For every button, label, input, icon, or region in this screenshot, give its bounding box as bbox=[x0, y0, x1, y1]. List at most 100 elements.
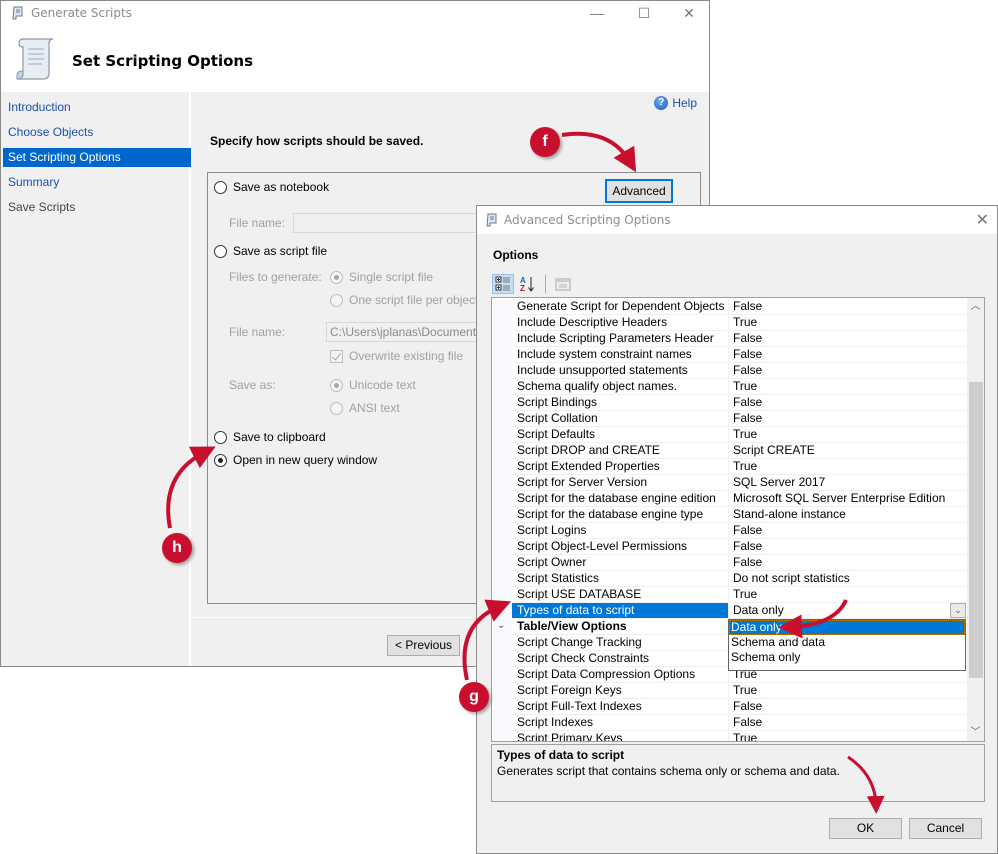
property-name: Script USE DATABASE bbox=[512, 587, 729, 603]
property-row[interactable]: Script DROP and CREATE Script CREATE bbox=[492, 443, 969, 459]
row-margin bbox=[492, 315, 512, 331]
row-margin bbox=[492, 699, 512, 715]
property-row[interactable]: Script Primary Keys True bbox=[492, 731, 969, 741]
single-script-file-radio bbox=[330, 270, 343, 284]
open-query-window-radio[interactable] bbox=[214, 453, 227, 467]
categorized-view-button[interactable] bbox=[492, 274, 514, 294]
save-as-script-file-option[interactable]: Save as script file bbox=[214, 244, 327, 258]
property-row[interactable]: Script for the database engine type Stand… bbox=[492, 507, 969, 523]
page-title: Set Scripting Options bbox=[72, 52, 254, 70]
property-pages-icon bbox=[555, 278, 571, 291]
notebook-file-name-input[interactable] bbox=[293, 213, 493, 233]
save-as-notebook-radio[interactable] bbox=[214, 180, 227, 194]
dialog-close-button[interactable]: ✕ bbox=[976, 210, 989, 230]
property-row[interactable]: Script Full-Text Indexes False bbox=[492, 699, 969, 715]
property-row[interactable]: Script Bindings False bbox=[492, 395, 969, 411]
row-margin bbox=[492, 379, 512, 395]
property-row[interactable]: Types of data to script Data only ⌄ bbox=[492, 603, 969, 619]
property-row[interactable]: Script for the database engine edition Mi… bbox=[492, 491, 969, 507]
nav-item-choose-objects[interactable]: Choose Objects bbox=[3, 123, 191, 142]
property-name: Script Statistics bbox=[512, 571, 729, 587]
save-to-clipboard-option[interactable]: Save to clipboard bbox=[214, 430, 326, 444]
property-name: Script Defaults bbox=[512, 427, 729, 443]
open-query-window-option[interactable]: Open in new query window bbox=[214, 453, 377, 467]
help-link[interactable]: ? Help bbox=[654, 96, 697, 110]
property-value: True bbox=[729, 427, 969, 443]
property-row[interactable]: Script Extended Properties True bbox=[492, 459, 969, 475]
property-row[interactable]: Script Logins False bbox=[492, 523, 969, 539]
property-row[interactable]: Script Foreign Keys True bbox=[492, 683, 969, 699]
property-name: Script for the database engine edition bbox=[512, 491, 729, 507]
nav-item-summary[interactable]: Summary bbox=[3, 173, 191, 192]
row-margin bbox=[492, 523, 512, 539]
row-margin bbox=[492, 443, 512, 459]
property-value: False bbox=[729, 363, 969, 379]
property-row[interactable]: Script Indexes False bbox=[492, 715, 969, 731]
property-row[interactable]: Include Scripting Parameters Header False bbox=[492, 331, 969, 347]
ok-button[interactable]: OK bbox=[829, 818, 902, 839]
property-row[interactable]: Schema qualify object names. True bbox=[492, 379, 969, 395]
close-button[interactable]: ✕ bbox=[666, 1, 712, 25]
sort-az-icon: A Z bbox=[520, 276, 534, 293]
property-name: Script Object-Level Permissions bbox=[512, 539, 729, 555]
property-value: False bbox=[729, 523, 969, 539]
property-row[interactable]: Generate Script for Dependent Objects Fal… bbox=[492, 299, 969, 315]
row-margin bbox=[492, 539, 512, 555]
scroll-down-icon[interactable]: ﹀ bbox=[967, 724, 984, 741]
nav-item-set-scripting-options[interactable]: Set Scripting Options bbox=[3, 148, 191, 167]
types-of-data-dropdown-list: Data only Schema and data Schema only bbox=[728, 619, 966, 671]
property-name: Script Bindings bbox=[512, 395, 729, 411]
row-margin: ⌄ bbox=[492, 619, 512, 635]
dropdown-option-schema-only[interactable]: Schema only bbox=[729, 650, 965, 665]
script-scroll-icon bbox=[486, 213, 497, 227]
save-as-script-file-radio[interactable] bbox=[214, 244, 227, 258]
property-value: True bbox=[729, 379, 969, 395]
maximize-button[interactable]: ☐ bbox=[621, 1, 667, 25]
previous-button[interactable]: < Previous bbox=[387, 635, 460, 656]
property-row[interactable]: Script USE DATABASE True bbox=[492, 587, 969, 603]
property-row[interactable]: Include Descriptive Headers True bbox=[492, 315, 969, 331]
minimize-button[interactable]: — bbox=[574, 1, 620, 25]
overwrite-existing-option: Overwrite existing file bbox=[330, 349, 463, 363]
ansi-text-radio bbox=[330, 401, 343, 415]
scrollbar-thumb[interactable] bbox=[969, 382, 983, 678]
nav-item-introduction[interactable]: Introduction bbox=[3, 98, 191, 117]
property-value[interactable]: Data only bbox=[729, 603, 969, 619]
unicode-text-option: Unicode text bbox=[330, 378, 416, 392]
collapse-chevron-icon[interactable]: ⌄ bbox=[497, 620, 505, 631]
save-as-notebook-option[interactable]: Save as notebook bbox=[214, 180, 329, 194]
property-value: False bbox=[729, 539, 969, 555]
property-row[interactable]: Script Defaults True bbox=[492, 427, 969, 443]
property-row[interactable]: Script Collation False bbox=[492, 411, 969, 427]
cancel-button[interactable]: Cancel bbox=[909, 818, 982, 839]
property-value: True bbox=[729, 731, 969, 741]
property-row[interactable]: Script Statistics Do not script statistic… bbox=[492, 571, 969, 587]
overwrite-existing-label: Overwrite existing file bbox=[349, 349, 464, 363]
notebook-file-name-label: File name: bbox=[229, 216, 286, 230]
save-to-clipboard-radio[interactable] bbox=[214, 430, 227, 444]
advanced-button[interactable]: Advanced bbox=[605, 179, 673, 203]
property-row[interactable]: Script Object-Level Permissions False bbox=[492, 539, 969, 555]
wizard-nav: Introduction Choose Objects Set Scriptin… bbox=[1, 92, 191, 666]
callout-g: g bbox=[459, 682, 489, 712]
dropdown-option-data-only[interactable]: Data only bbox=[729, 620, 965, 635]
window-title: Generate Scripts bbox=[31, 6, 132, 20]
property-row[interactable]: Script for Server Version SQL Server 2017 bbox=[492, 475, 969, 491]
dropdown-chevron-icon[interactable]: ⌄ bbox=[950, 603, 966, 618]
property-row[interactable]: Script Owner False bbox=[492, 555, 969, 571]
property-row[interactable]: Include system constraint names False bbox=[492, 347, 969, 363]
alphabetical-sort-button[interactable]: A Z bbox=[517, 274, 539, 294]
help-label: Help bbox=[672, 96, 697, 110]
property-grid-scrollbar[interactable]: ︿ ﹀ bbox=[967, 298, 984, 741]
property-name: Schema qualify object names. bbox=[512, 379, 729, 395]
files-to-generate-label: Files to generate: bbox=[229, 270, 322, 284]
property-row[interactable]: Include unsupported statements False bbox=[492, 363, 969, 379]
scroll-up-icon[interactable]: ︿ bbox=[967, 298, 984, 315]
dropdown-option-schema-and-data[interactable]: Schema and data bbox=[729, 635, 965, 650]
property-name: Script Collation bbox=[512, 411, 729, 427]
row-margin bbox=[492, 411, 512, 427]
property-value: False bbox=[729, 555, 969, 571]
unicode-text-radio bbox=[330, 378, 343, 392]
row-margin bbox=[492, 363, 512, 379]
property-name: Include Descriptive Headers bbox=[512, 315, 729, 331]
